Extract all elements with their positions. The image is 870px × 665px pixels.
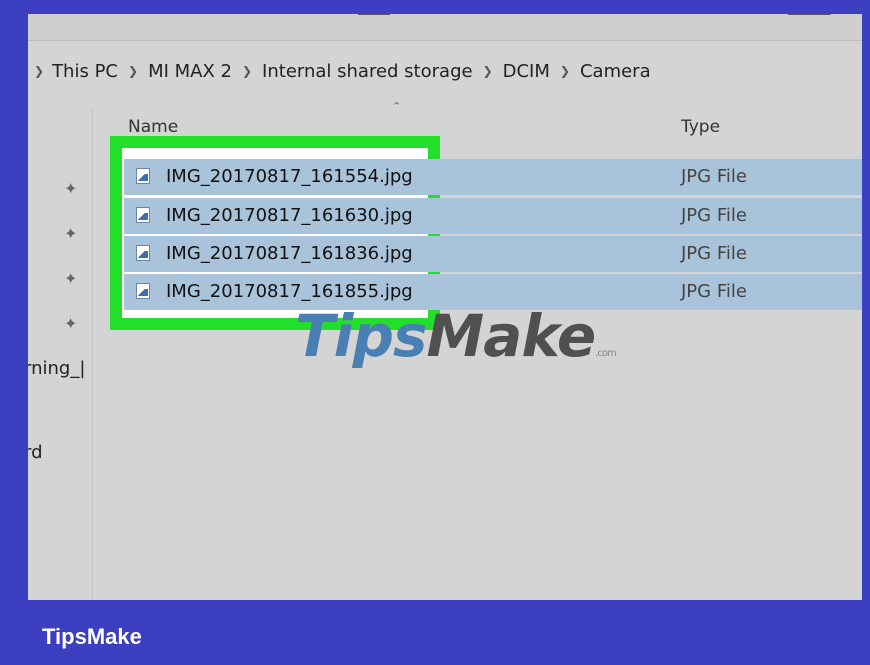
breadcrumb-item[interactable]: Internal shared storage	[262, 61, 473, 82]
nav-item[interactable]: rd	[28, 442, 43, 463]
breadcrumb-item[interactable]: DCIM	[503, 61, 550, 82]
image-file-icon	[136, 283, 150, 299]
watermark-suffix: .com	[595, 348, 617, 359]
column-header-type[interactable]: Type	[681, 117, 720, 137]
column-header-strip: ─── ────	[28, 14, 862, 41]
sort-up-icon: ⌃	[392, 101, 402, 113]
watermark-part-tips: Tips	[295, 302, 427, 370]
navigation-pane	[28, 109, 93, 600]
chevron-right-icon[interactable]: ❯	[242, 64, 252, 78]
breadcrumb-item[interactable]: This PC	[52, 61, 118, 82]
breadcrumb: ❯ This PC ❯ MI MAX 2 ❯ Internal shared s…	[28, 54, 862, 88]
image-file-icon	[136, 245, 150, 261]
pin-icon[interactable]: ✦	[64, 269, 77, 289]
column-header-name[interactable]: Name	[128, 117, 178, 137]
file-explorer-window: ─── ──── ❯ This PC ❯ MI MAX 2 ❯ Internal…	[28, 14, 862, 600]
pin-icon[interactable]: ✦	[64, 179, 77, 199]
file-row[interactable]: IMG_20170817_161630.jpg JPG File	[124, 198, 862, 234]
image-file-icon	[136, 207, 150, 223]
brand-label: TipsMake	[42, 624, 142, 649]
pin-icon[interactable]: ✦	[64, 224, 77, 244]
chevron-right-icon[interactable]: ❯	[128, 64, 138, 78]
file-type: JPG File	[681, 205, 747, 226]
cut-off-text: ────	[788, 14, 831, 23]
chevron-right-icon[interactable]: ❯	[560, 64, 570, 78]
breadcrumb-item[interactable]: MI MAX 2	[148, 61, 232, 82]
file-type: JPG File	[681, 243, 747, 264]
watermark-part-make: Make	[426, 302, 596, 370]
file-type: JPG File	[681, 166, 747, 187]
chevron-right-icon[interactable]: ❯	[483, 64, 493, 78]
chevron-right-icon[interactable]: ❯	[34, 64, 44, 78]
file-row[interactable]: IMG_20170817_161836.jpg JPG File	[124, 236, 862, 272]
file-name: IMG_20170817_161855.jpg	[166, 281, 413, 302]
file-name: IMG_20170817_161630.jpg	[166, 205, 413, 226]
breadcrumb-item[interactable]: Camera	[580, 61, 651, 82]
image-file-icon	[136, 168, 150, 184]
file-type: JPG File	[681, 281, 747, 302]
file-row[interactable]: IMG_20170817_161554.jpg JPG File	[124, 159, 862, 195]
watermark-logo: TipsMake.com	[295, 302, 617, 370]
file-name: IMG_20170817_161836.jpg	[166, 243, 413, 264]
pin-icon[interactable]: ✦	[64, 314, 77, 334]
file-name: IMG_20170817_161554.jpg	[166, 166, 413, 187]
nav-item[interactable]: rning_|	[28, 358, 85, 379]
cut-off-text: ───	[358, 14, 390, 23]
